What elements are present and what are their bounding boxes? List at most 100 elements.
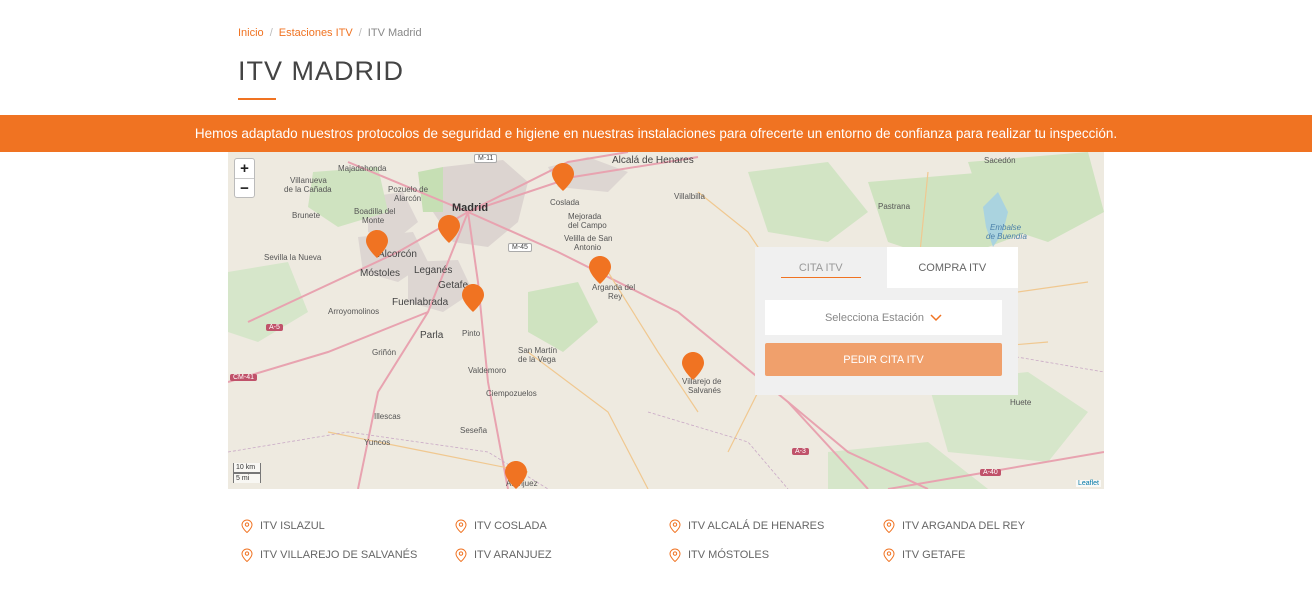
map-label: Antonio [574,243,602,252]
breadcrumb-home-link[interactable]: Inicio [238,27,264,39]
map-label: Pozuelo de [388,185,429,194]
tab-compra-itv[interactable]: COMPRA ITV [886,247,1018,288]
map-label: Seseña [460,426,488,435]
map-label: Mejorada [568,212,602,221]
breadcrumb-stations-link[interactable]: Estaciones ITV [279,27,353,39]
map-label: Arganda del [592,283,636,292]
map-label: Parla [420,330,444,341]
station-name: ITV ARGANDA DEL REY [902,520,1026,532]
station-name: ITV ARANJUEZ [474,549,552,561]
road-shield: A-5 [266,324,283,331]
map-label: de la Cañada [284,185,332,194]
request-appointment-button[interactable]: PEDIR CITA ITV [765,343,1002,376]
page-title: ITV MADRID [238,56,405,86]
map-label: Velilla de San [564,234,613,243]
location-pin-icon [241,519,253,533]
station-link[interactable]: ITV VILLAREJO DE SALVANÉS [241,548,417,562]
booking-tabs: CITA ITV COMPRA ITV [755,247,1018,288]
map-label: Madrid [452,202,489,214]
location-pin-icon [883,548,895,562]
map-label: Pinto [462,329,481,338]
map-label: Boadilla del [354,207,396,216]
station-link[interactable]: ITV ISLAZUL [241,519,325,533]
map-label: Ciempozuelos [486,389,537,398]
location-pin-icon [669,548,681,562]
station-link[interactable]: ITV ALCALÁ DE HENARES [669,519,824,533]
booking-panel: CITA ITV COMPRA ITV Selecciona Estación … [755,247,1018,395]
map-label: Sacedón [984,156,1016,165]
stations-map[interactable]: Alcalá de Henares Madrid Majadahonda Vil… [228,152,1104,489]
scale-km: 10 km [233,463,261,473]
station-link[interactable]: ITV GETAFE [883,548,965,562]
road-shield: A-3 [792,448,809,455]
scale-mi: 5 mi [233,473,261,483]
zoom-out-button[interactable]: − [235,178,254,197]
location-pin-icon [455,519,467,533]
road-shield: CM-41 [230,374,258,381]
station-select-label: Selecciona Estación [824,311,925,324]
map-label: Embalse [990,223,1022,232]
map-marker-icon[interactable] [552,163,574,191]
location-pin-icon [883,519,895,533]
breadcrumb-current: ITV Madrid [367,27,422,39]
banner-text: Hemos adaptado nuestros protocolos de se… [194,126,1118,141]
location-pin-icon [241,548,253,562]
station-name: ITV ISLAZUL [260,520,325,532]
chevron-down-icon [930,313,942,321]
map-label: Arroyomolinos [328,307,380,316]
road-shield: A-40 [980,469,1001,476]
title-underline [238,98,276,100]
map-label: Griñón [372,348,397,357]
location-pin-icon [669,519,681,533]
map-marker-icon[interactable] [438,215,460,243]
map-label: Leganés [414,265,453,276]
road-shield: M-45 [508,243,532,252]
map-label: Alcalá de Henares [612,155,694,166]
station-link[interactable]: ITV MÓSTOLES [669,548,769,562]
map-label: Illescas [374,412,401,421]
station-link[interactable]: ITV ARANJUEZ [455,548,552,562]
map-label: de la Vega [518,355,556,364]
breadcrumb-separator: / [358,27,362,39]
station-select[interactable]: Selecciona Estación [765,300,1002,335]
map-marker-icon[interactable] [462,284,484,312]
map-label: Pastrana [878,202,911,211]
map-scale: 10 km 5 mi [233,463,261,483]
station-name: ITV VILLAREJO DE SALVANÉS [260,549,418,561]
map-label: Alarcón [394,194,422,203]
tab-cita-itv[interactable]: CITA ITV [755,247,887,288]
map-marker-icon[interactable] [366,230,388,258]
map-label: Majadahonda [338,164,387,173]
map-label: Villanueva [290,176,327,185]
map-label: Coslada [550,198,580,207]
zoom-in-button[interactable]: + [235,159,254,178]
map-label: Móstoles [360,268,401,279]
map-label: Yuncos [364,438,391,447]
breadcrumb-separator: / [269,27,273,39]
station-name: ITV ALCALÁ DE HENARES [688,520,825,532]
map-marker-icon[interactable] [589,256,611,284]
map-label: Villalbilla [674,192,705,201]
map-label: Salvanés [688,386,721,395]
map-label: del Campo [568,221,607,230]
map-label: Brunete [292,211,321,220]
map-marker-icon[interactable] [682,352,704,380]
road-shield: M-11 [474,154,498,163]
leaflet-attribution-link[interactable]: Leaflet [1075,480,1101,487]
map-marker-icon[interactable] [505,461,527,489]
station-link[interactable]: ITV COSLADA [455,519,547,533]
map-label: Valdemoro [468,366,507,375]
location-pin-icon [455,548,467,562]
map-label: Rey [608,292,623,301]
map-label: Fuenlabrada [392,297,449,308]
station-name: ITV COSLADA [474,520,547,532]
map-label: de Buendía [986,232,1027,241]
map-label: Sevilla la Nueva [264,253,322,262]
breadcrumb: Inicio / Estaciones ITV / ITV Madrid [238,27,422,39]
map-label: Monte [362,216,385,225]
map-label: San Martín [518,346,558,355]
map-label: Huete [1010,398,1032,407]
safety-banner: Hemos adaptado nuestros protocolos de se… [0,115,1312,152]
station-link[interactable]: ITV ARGANDA DEL REY [883,519,1025,533]
zoom-control: + − [234,158,255,198]
